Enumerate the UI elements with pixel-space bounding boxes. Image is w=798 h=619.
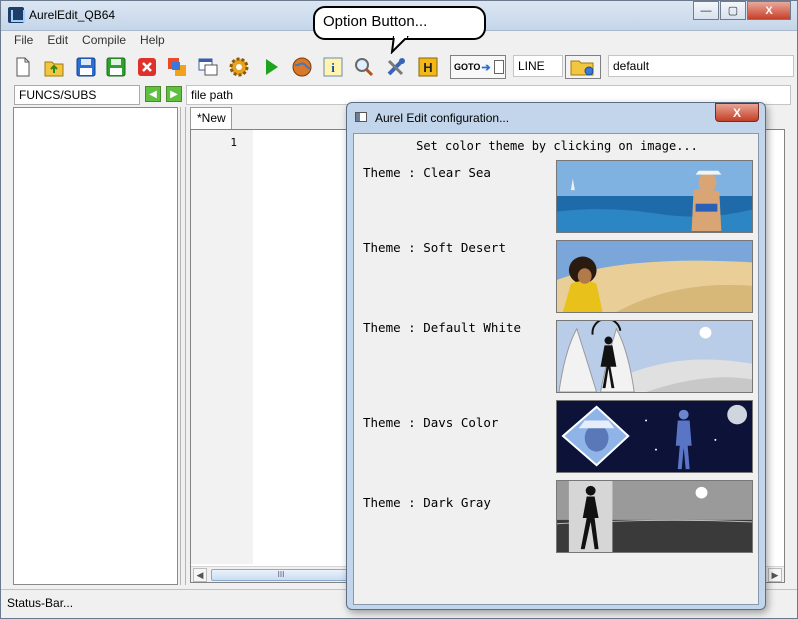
menu-edit[interactable]: Edit <box>40 31 75 49</box>
open-file-icon[interactable] <box>42 55 66 79</box>
save-icon[interactable] <box>74 55 98 79</box>
prev-arrow-icon[interactable]: ◀ <box>145 86 161 102</box>
menu-help[interactable]: Help <box>133 31 172 49</box>
window-switch-icon[interactable] <box>196 55 220 79</box>
option-button-callout: Option Button... <box>313 6 486 40</box>
options-tools-icon[interactable] <box>384 55 408 79</box>
theme-image-soft-desert[interactable] <box>556 240 753 313</box>
run-icon[interactable] <box>259 55 283 79</box>
config-dialog: Aurel Edit configuration... X Set color … <box>346 102 766 610</box>
tab-new[interactable]: *New <box>190 107 232 129</box>
callout-tail-icon <box>390 36 409 54</box>
maximize-button[interactable]: ▢ <box>720 1 746 20</box>
scroll-thumb[interactable]: III <box>211 569 351 581</box>
svg-text:H: H <box>423 60 432 75</box>
theme-label-davs-color: Theme : Davs Color <box>363 415 499 430</box>
dialog-window-icon <box>355 112 367 122</box>
scroll-right-icon[interactable]: ▶ <box>768 568 782 582</box>
goto-arrow-icon: ➔ <box>481 61 491 74</box>
dialog-title: Aurel Edit configuration... <box>375 111 510 125</box>
theme-label-clear-sea: Theme : Clear Sea <box>363 165 491 180</box>
goto-button[interactable]: GOTO ➔ <box>450 55 506 79</box>
folder-settings-button[interactable] <box>565 55 601 79</box>
toolbar: i H GOTO ➔ LINE default <box>7 53 794 83</box>
dialog-heading: Set color theme by clicking on image... <box>416 139 698 153</box>
menu-compile[interactable]: Compile <box>75 31 133 49</box>
settings-gear-icon[interactable] <box>227 55 251 79</box>
theme-image-default-white[interactable] <box>556 320 753 393</box>
help-icon[interactable]: H <box>416 55 440 79</box>
window-title: AurelEdit_QB64 <box>29 8 116 22</box>
theme-image-clear-sea[interactable] <box>556 160 753 233</box>
dialog-title-bar: Aurel Edit configuration... X <box>347 103 765 131</box>
theme-label-dark-gray: Theme : Dark Gray <box>363 495 491 510</box>
theme-image-dark-gray[interactable] <box>556 480 753 553</box>
theme-name-field[interactable]: default <box>608 55 794 77</box>
minimize-button[interactable]: — <box>693 1 719 20</box>
find-magnifier-icon[interactable] <box>352 55 376 79</box>
dialog-close-button[interactable]: X <box>715 103 759 122</box>
svg-text:i: i <box>331 60 335 75</box>
theme-label-default-white: Theme : Default White <box>363 320 522 335</box>
save-as-icon[interactable] <box>104 55 128 79</box>
document-icon <box>493 60 504 74</box>
theme-label-soft-desert: Theme : Soft Desert <box>363 240 506 255</box>
web-globe-icon[interactable] <box>290 55 314 79</box>
new-file-icon[interactable] <box>11 55 35 79</box>
goto-label: GOTO <box>454 62 481 72</box>
line-number-gutter: 1 <box>191 130 253 564</box>
theme-image-davs-color[interactable] <box>556 400 753 473</box>
line-number: 1 <box>230 136 237 149</box>
dialog-body: Set color theme by clicking on image... … <box>353 133 759 605</box>
app-icon <box>8 7 25 23</box>
folder-gear-icon <box>570 60 594 76</box>
scroll-left-icon[interactable]: ◀ <box>193 568 207 582</box>
info-icon[interactable]: i <box>321 55 345 79</box>
run-external-icon[interactable] <box>165 55 189 79</box>
subs-list-panel[interactable] <box>13 107 178 585</box>
close-file-icon[interactable] <box>135 55 159 79</box>
close-button[interactable]: X <box>747 1 791 20</box>
menu-file[interactable]: File <box>7 31 40 49</box>
funcs-subs-combo[interactable]: FUNCS/SUBS <box>14 85 140 105</box>
panel-splitter[interactable] <box>180 107 186 585</box>
line-field[interactable]: LINE <box>513 55 563 77</box>
next-arrow-icon[interactable]: ▶ <box>166 86 182 102</box>
